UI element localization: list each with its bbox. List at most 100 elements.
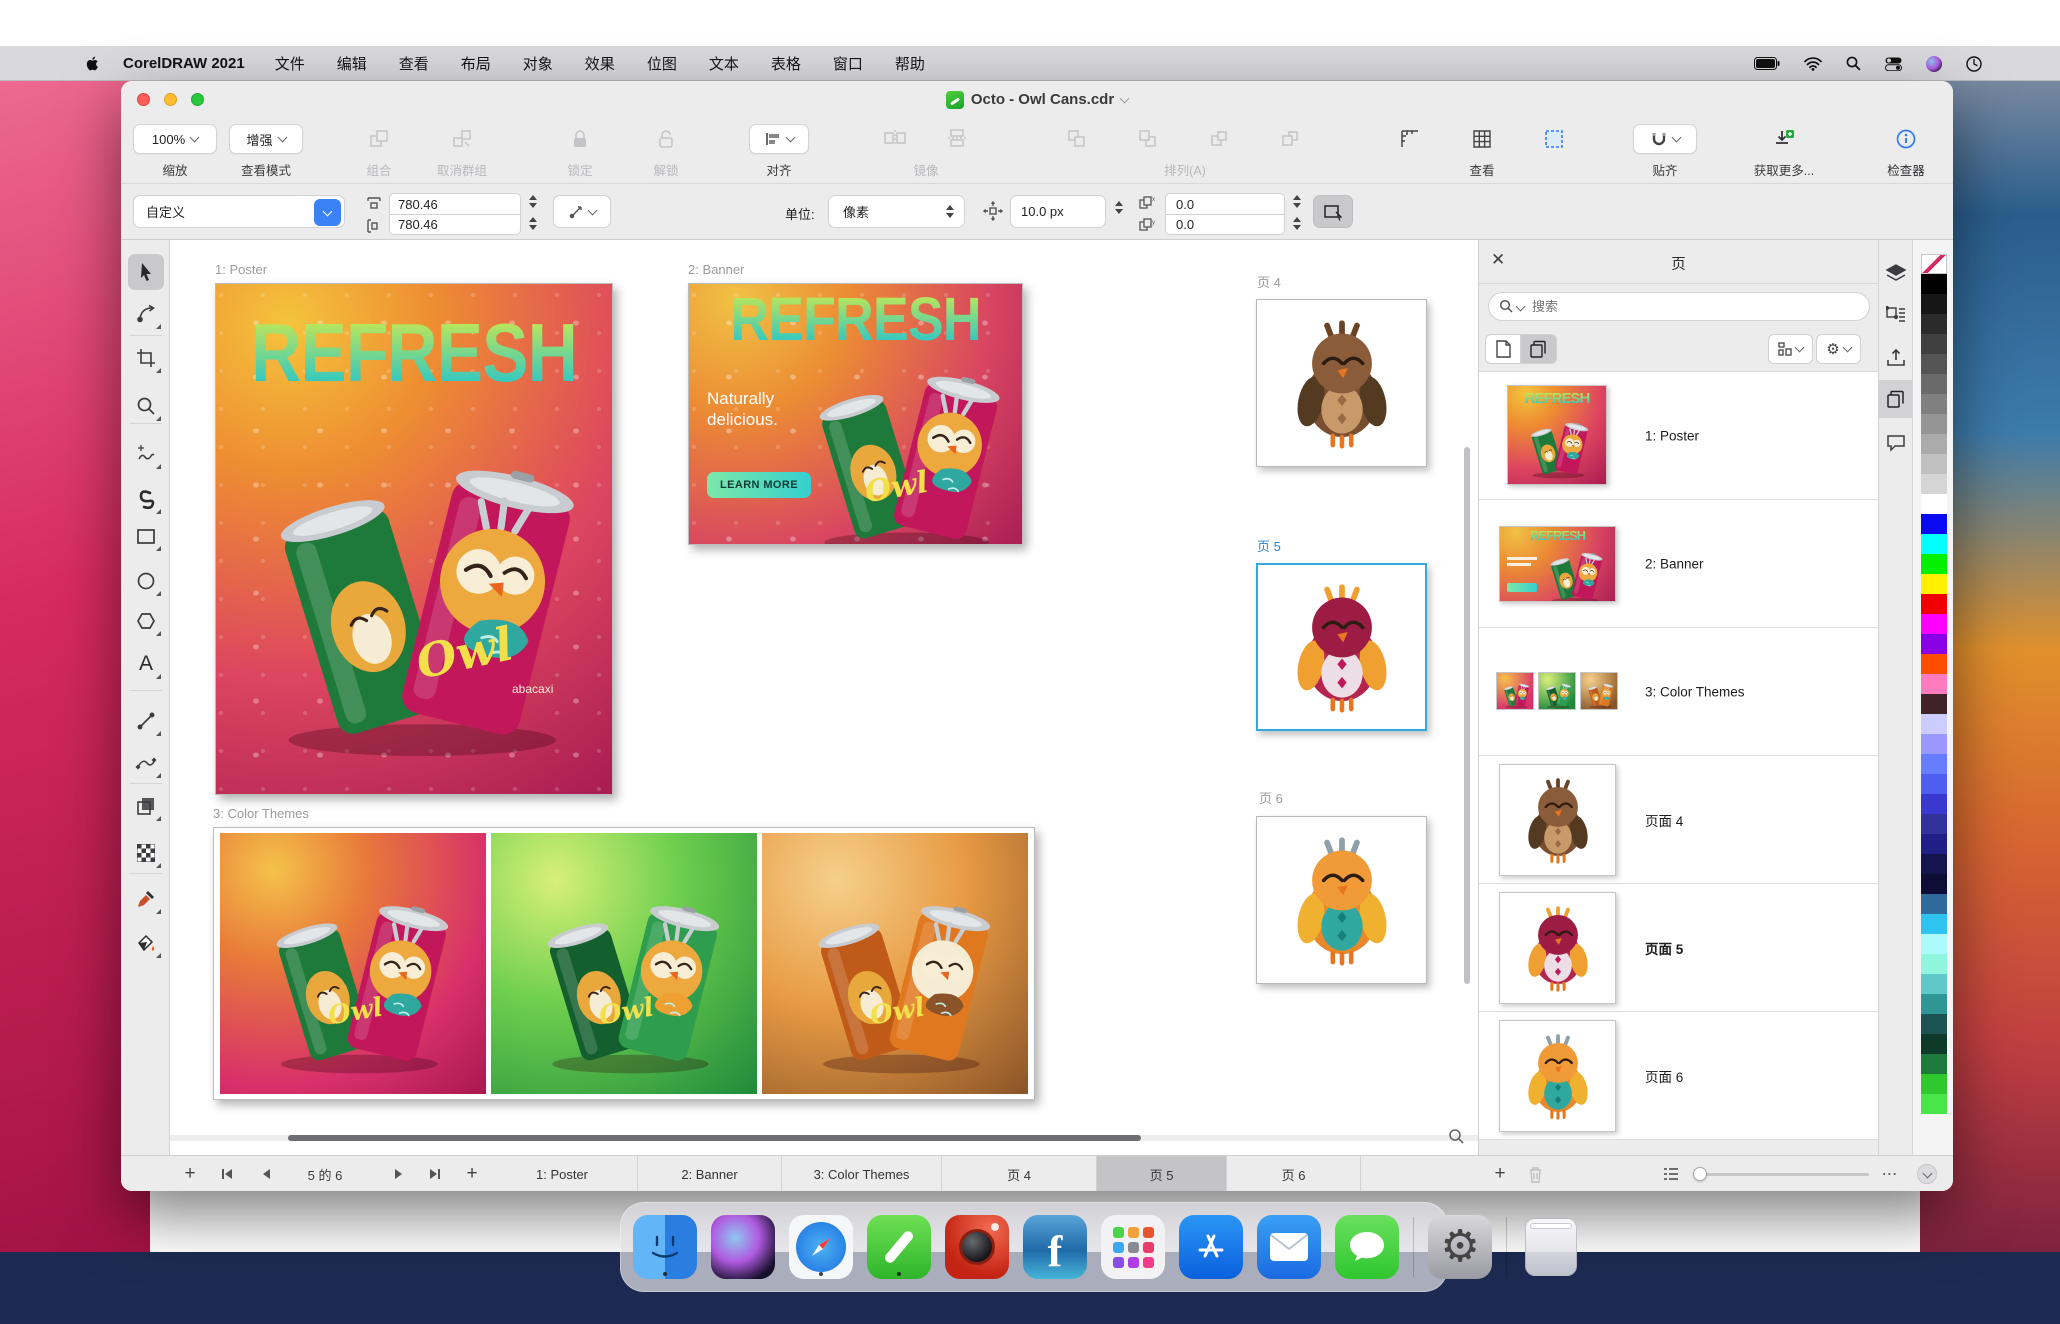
canvas-page6-thumbnail[interactable] [1256,816,1427,984]
height-stepper[interactable] [529,217,537,230]
pages-row-page4[interactable]: 页面 4 [1479,756,1878,884]
layers-docker-icon[interactable] [1879,254,1913,292]
palette-swatch-49e649[interactable] [1921,1094,1947,1114]
arrange-to-back-icon[interactable] [1137,128,1159,150]
wifi-icon[interactable] [1804,57,1822,71]
palette-swatch-2f9595[interactable] [1921,994,1947,1014]
palette-swatch-0d0d35[interactable] [1921,874,1947,894]
page-border-icon[interactable] [1543,128,1565,150]
rectangle-tool[interactable] [128,518,164,554]
palette-swatch-f00000[interactable] [1921,594,1947,614]
dock-launchpad-icon[interactable] [1101,1215,1165,1279]
menu-text[interactable]: 文本 [709,53,739,74]
polygon-tool[interactable] [128,603,164,639]
pages-row-poster[interactable]: REFRESH 1: Poster [1479,372,1878,500]
width-stepper[interactable] [529,195,537,208]
transparency-tool[interactable] [128,788,164,824]
palette-swatch-0a0af0[interactable] [1921,514,1947,534]
palette-swatch-2b2b2b[interactable] [1921,314,1947,334]
artboard-banner[interactable]: REFRESH Naturally delicious. LEARN MORE … [688,283,1023,545]
dock-finder-icon[interactable] [633,1215,697,1279]
horizontal-scrollbar[interactable] [288,1135,1141,1141]
palette-swatch-fff000[interactable] [1921,574,1947,594]
clock-icon[interactable] [1966,56,1982,72]
thumbnail-size-slider-track[interactable] [1693,1173,1869,1176]
menu-help[interactable]: 帮助 [895,53,925,74]
zoom-tool[interactable] [128,388,164,424]
siri-icon[interactable] [1926,56,1942,72]
palette-swatch-4d5ef0[interactable] [1921,774,1947,794]
palette-swatch-959595[interactable] [1921,414,1947,434]
palette-swatch-00ffff[interactable] [1921,534,1947,554]
apple-menu-icon[interactable] [84,55,101,72]
dock-trash-icon[interactable] [1525,1218,1577,1276]
menu-edit[interactable]: 编辑 [337,53,367,74]
grid-icon[interactable] [1471,128,1493,150]
first-page-button[interactable] [215,1156,239,1191]
dock-messages-icon[interactable] [1335,1215,1399,1279]
palette-swatch-aefafa[interactable] [1921,934,1947,954]
add-page-after-button[interactable]: + [461,1156,483,1191]
pages-row-page5[interactable]: 页面 5 [1479,884,1878,1012]
duplicate-y-field[interactable]: 0.0 [1165,214,1285,235]
angle-options-dropdown[interactable] [553,195,611,228]
palette-swatch-ff00ff[interactable] [1921,614,1947,634]
unlock-icon[interactable] [656,128,676,150]
palette-swatch-667dff[interactable] [1921,754,1947,774]
palette-swatch-3f2328[interactable] [1921,694,1947,714]
palette-swatch-ccccff[interactable] [1921,714,1947,734]
palette-swatch-2fc4f0[interactable] [1921,914,1947,934]
tab-banner[interactable]: 2: Banner [637,1156,781,1191]
last-page-button[interactable] [423,1156,447,1191]
pages-row-color-themes[interactable]: 3: Color Themes [1479,628,1878,756]
menu-layout[interactable]: 布局 [461,53,491,74]
palette-swatch-3939cf[interactable] [1921,794,1947,814]
artistic-media-tool[interactable] [128,481,164,517]
line-tool[interactable] [128,703,164,739]
tab-page6[interactable]: 页 6 [1226,1156,1361,1191]
palette-swatch-1c5252[interactable] [1921,1014,1947,1034]
shape-tool[interactable] [128,296,164,332]
eyedropper-tool[interactable] [128,881,164,917]
vertical-scrollbar[interactable] [1464,447,1470,984]
palette-swatch-2fc92f[interactable] [1921,1074,1947,1094]
dock-app-store-icon[interactable] [1179,1215,1243,1279]
palette-swatch-1d7a3c[interactable] [1921,1054,1947,1074]
panel-delete-page-button[interactable] [1523,1156,1547,1191]
collapse-palette-button[interactable] [1917,1164,1937,1184]
group-icon[interactable] [368,128,390,150]
palette-swatch-00f000[interactable] [1921,554,1947,574]
canvas-zoom-icon[interactable] [1448,1128,1465,1145]
spotlight-search-icon[interactable] [1846,56,1861,71]
mesh-fill-tool[interactable] [128,835,164,871]
tab-page4[interactable]: 页 4 [941,1156,1096,1191]
palette-swatch-000000[interactable] [1921,274,1947,294]
battery-icon[interactable] [1754,57,1780,70]
pages-row-banner[interactable]: REFRESH 2: Banner [1479,500,1878,628]
lock-icon[interactable] [570,128,590,150]
units-dropdown[interactable]: 像素 [828,195,965,228]
dock-facebook-icon[interactable]: f [1023,1215,1087,1279]
treat-as-filled-button[interactable] [1313,195,1353,228]
palette-swatch-ffffff[interactable] [1921,494,1947,514]
freehand-tool[interactable] [128,436,164,472]
thumbnail-size-dropdown[interactable] [1768,334,1813,364]
palette-swatch-8ff5dc[interactable] [1921,954,1947,974]
dock-mail-icon[interactable] [1257,1215,1321,1279]
thumbnail-size-slider-handle[interactable] [1693,1167,1707,1181]
palette-swatch-32329b[interactable] [1921,814,1947,834]
arrange-forward-icon[interactable] [1208,128,1230,150]
previous-page-button[interactable] [255,1156,277,1191]
inspector-icon[interactable] [1895,128,1917,150]
page-height-field[interactable]: 780.46 [389,214,521,235]
single-page-view-button[interactable] [1485,334,1521,364]
bspline-tool[interactable] [128,745,164,781]
tab-page5[interactable]: 页 5 [1096,1156,1226,1191]
add-page-before-button[interactable]: + [179,1156,201,1191]
page-size-preset-dropdown[interactable]: 自定义 [133,195,345,228]
palette-swatch-d5d5d5[interactable] [1921,474,1947,494]
dock-safari-icon[interactable] [789,1215,853,1279]
multi-page-view-button[interactable] [1521,334,1557,364]
view-mode-dropdown[interactable]: 增强 [229,124,303,154]
arrange-to-front-icon[interactable] [1066,128,1088,150]
